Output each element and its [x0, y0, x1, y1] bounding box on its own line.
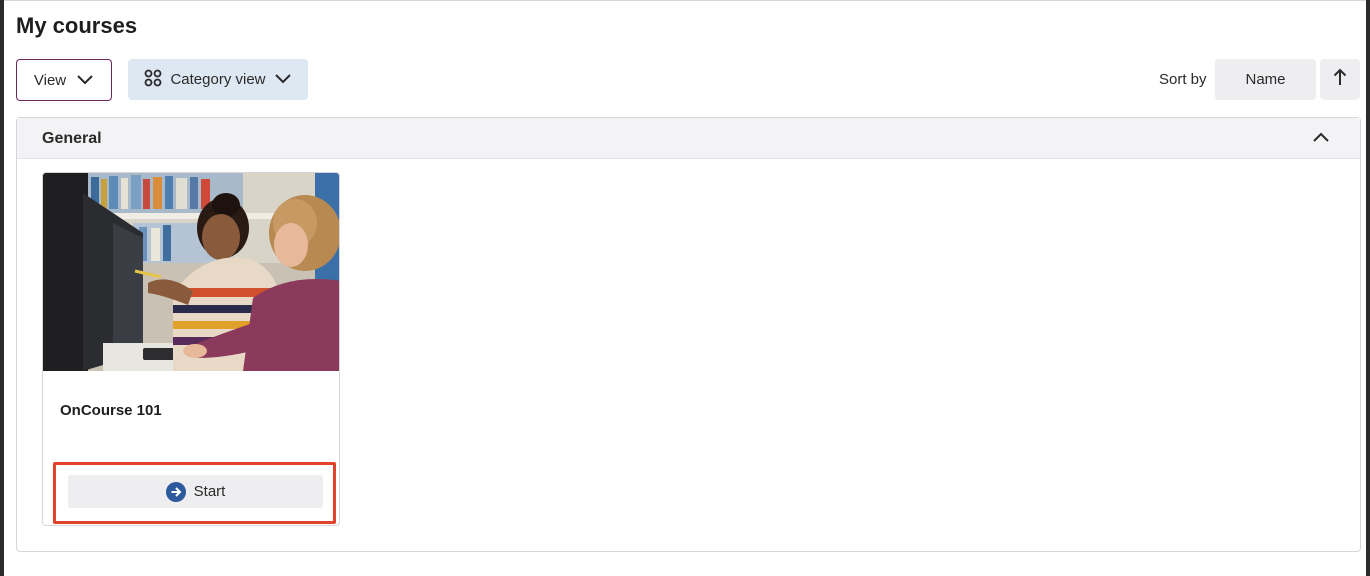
- main-content: My courses View Category view Sort by Na…: [4, 0, 1366, 576]
- chevron-up-icon[interactable]: [1312, 130, 1330, 148]
- course-thumbnail-image[interactable]: [43, 173, 339, 371]
- chevron-down-icon: [274, 71, 292, 88]
- arrow-up-icon: [1333, 67, 1347, 92]
- chevron-down-icon: [76, 72, 94, 89]
- page-title: My courses: [16, 13, 138, 38]
- category-panel: General OnCourse 101 Start: [16, 117, 1361, 552]
- category-view-label: Category view: [170, 71, 266, 88]
- arrow-right-circle-icon: [165, 481, 186, 502]
- course-name[interactable]: OnCourse 101: [60, 402, 162, 419]
- start-course-button[interactable]: Start: [68, 475, 323, 508]
- category-view-dropdown-button[interactable]: Category view: [128, 59, 308, 100]
- sort-field-button[interactable]: Name: [1215, 59, 1316, 100]
- sort-by-label: Sort by: [1159, 71, 1207, 88]
- sort-direction-button[interactable]: [1320, 59, 1360, 100]
- grid-icon: [144, 69, 162, 91]
- course-card[interactable]: OnCourse 101 Start: [42, 172, 340, 526]
- category-header[interactable]: General: [17, 118, 1360, 159]
- view-dropdown-button[interactable]: View: [16, 59, 112, 101]
- view-button-label: View: [33, 71, 67, 89]
- sort-field-label: Name: [1245, 71, 1286, 88]
- start-button-label: Start: [193, 483, 226, 500]
- category-title: General: [42, 130, 102, 147]
